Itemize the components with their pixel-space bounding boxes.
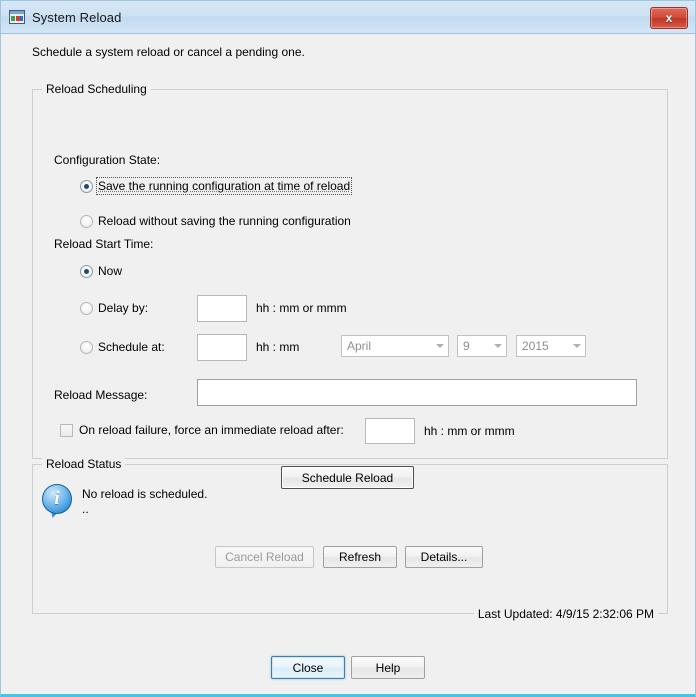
schedule-at-input[interactable]: [197, 334, 247, 361]
close-button[interactable]: x: [650, 7, 688, 29]
checkbox-label: On reload failure, force an immediate re…: [79, 423, 344, 437]
day-select-value: 9: [463, 339, 470, 353]
delay-by-hint: hh : mm or mmm: [256, 301, 347, 315]
radio-reload-without-saving[interactable]: Reload without saving the running config…: [80, 214, 351, 228]
dialog-body: Schedule a system reload or cancel a pen…: [1, 34, 695, 693]
force-reload-after-hint: hh : mm or mmm: [424, 424, 515, 438]
month-select[interactable]: April: [341, 335, 449, 357]
radio-indicator: [80, 340, 93, 354]
refresh-button[interactable]: Refresh: [323, 546, 397, 568]
last-updated-text: Last Updated: 4/9/15 2:32:06 PM: [473, 607, 658, 621]
radio-save-running-config[interactable]: Save the running configuration at time o…: [80, 177, 353, 195]
reload-status-legend: Reload Status: [42, 457, 126, 471]
force-reload-after-input[interactable]: [365, 418, 415, 444]
system-reload-icon: [9, 9, 25, 25]
close-dialog-button[interactable]: Close: [271, 656, 345, 679]
chevron-down-icon: [568, 336, 585, 356]
intro-text: Schedule a system reload or cancel a pen…: [32, 45, 305, 59]
reload-start-time-label: Reload Start Time:: [54, 237, 154, 251]
chevron-down-icon: [489, 336, 506, 356]
schedule-at-hint: hh : mm: [256, 340, 300, 354]
radio-delay-by[interactable]: Delay by:: [80, 301, 148, 315]
configuration-state-label: Configuration State:: [54, 153, 161, 167]
title-bar: System Reload x: [1, 1, 695, 34]
radio-label: Save the running configuration at time o…: [95, 177, 353, 195]
radio-schedule-at[interactable]: Schedule at:: [80, 340, 165, 354]
day-select[interactable]: 9: [457, 335, 507, 357]
year-select-value: 2015: [522, 339, 549, 353]
reload-status-message: No reload is scheduled. ..: [82, 487, 208, 516]
radio-indicator: [80, 264, 93, 278]
force-immediate-reload-checkbox[interactable]: On reload failure, force an immediate re…: [60, 423, 344, 437]
help-button[interactable]: Help: [351, 656, 425, 679]
chevron-down-icon: [431, 336, 448, 356]
radio-start-now[interactable]: Now: [80, 264, 122, 278]
radio-label: Schedule at:: [98, 340, 165, 354]
radio-label: Delay by:: [98, 301, 149, 315]
details-button[interactable]: Details...: [405, 546, 483, 568]
delay-by-input[interactable]: [197, 295, 247, 322]
radio-indicator: [80, 179, 93, 193]
radio-indicator: [80, 214, 93, 228]
reload-message-input[interactable]: [197, 379, 637, 406]
reload-scheduling-legend: Reload Scheduling: [42, 82, 151, 96]
month-select-value: April: [347, 339, 372, 353]
checkbox-indicator: [60, 423, 73, 437]
reload-message-label: Reload Message:: [54, 388, 148, 402]
radio-indicator: [80, 301, 93, 315]
close-icon: x: [665, 11, 673, 25]
radio-label: Reload without saving the running config…: [98, 214, 351, 228]
info-icon-glyph: i: [54, 488, 60, 509]
cancel-reload-button[interactable]: Cancel Reload: [215, 546, 314, 568]
info-icon: i: [42, 484, 74, 520]
radio-label: Now: [98, 264, 123, 278]
system-reload-dialog: System Reload x Schedule a system reload…: [0, 0, 696, 697]
window-title: System Reload: [32, 9, 122, 25]
year-select[interactable]: 2015: [516, 335, 586, 357]
